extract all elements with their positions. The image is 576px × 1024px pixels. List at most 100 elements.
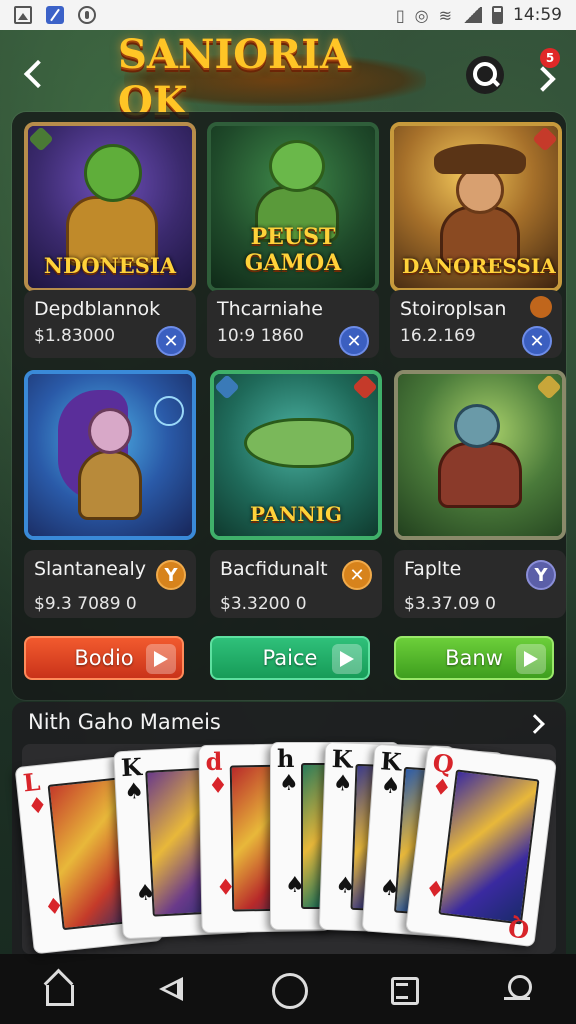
game-info: Faplte $3.37.09 0 Y (394, 550, 566, 618)
hat-icon (434, 144, 526, 174)
game-thumbnail[interactable] (394, 370, 566, 540)
status-dot (530, 296, 552, 318)
thumbnail-banner: NDONESIA (43, 253, 177, 278)
game-value: $3.3200 0 (220, 594, 307, 614)
card-suit-icon: ♦ (26, 793, 49, 821)
card-rank: Q (506, 913, 531, 945)
chevron-right-icon[interactable] (528, 712, 548, 736)
play-button-label: Paice (262, 646, 318, 670)
recents-icon[interactable] (381, 967, 425, 1011)
card-suit-icon: ♠ (123, 778, 145, 805)
card-face-art (438, 769, 540, 925)
vibrate-icon: ▯ (395, 5, 405, 25)
close-button[interactable]: ✕ (156, 326, 186, 356)
playing-card[interactable]: Q ♦ ♦ Q (405, 744, 557, 948)
thumbnail-banner: DANORESSIA (402, 254, 556, 278)
card-rank: L (21, 766, 42, 798)
signal-icon (462, 7, 482, 23)
play-button-label: Banw (445, 646, 503, 670)
game-thumbnail[interactable]: NDONESIA (24, 122, 196, 292)
character-head (84, 144, 142, 202)
sync-icon (78, 6, 96, 24)
close-icon: ✕ (346, 330, 362, 352)
play-button-label: Bodio (74, 646, 134, 670)
game-value: 10:9 1860 (217, 326, 304, 346)
game-value: $9.3 7089 0 (34, 594, 137, 614)
favorite-button[interactable]: Y (526, 560, 556, 590)
search-button[interactable] (466, 56, 504, 94)
card-rank: d (205, 746, 223, 777)
battery-icon (492, 6, 503, 24)
character-figure (78, 450, 142, 520)
home-icon[interactable] (36, 967, 80, 1011)
card-suit-icon: ♦ (430, 774, 453, 802)
game-title: Slantanealy (34, 558, 147, 580)
game-thumbnail[interactable]: DANORESSIA (390, 122, 562, 292)
logo-text: SANIORIA OK (118, 31, 352, 125)
status-right: ▯ ◎ ≋ 14:59 (396, 5, 562, 25)
close-icon: ✕ (163, 330, 179, 352)
game-thumbnail[interactable]: PEUST GAMOA (207, 122, 379, 292)
character-figure (438, 442, 522, 508)
close-icon: ✕ (529, 330, 545, 352)
game-thumbnail[interactable] (24, 370, 196, 540)
card-suit-icon: ♦ (207, 773, 229, 799)
game-value: 16.2.169 (400, 326, 476, 346)
image-icon (14, 6, 32, 24)
check-icon: Y (164, 564, 178, 586)
play-button[interactable]: Bodio (24, 636, 184, 680)
game-title: Bacfidunalt (220, 558, 328, 580)
play-icon (146, 644, 176, 674)
card-rank: K (120, 752, 143, 783)
favorite-button[interactable]: Y (156, 560, 186, 590)
header: SANIORIA OK 5 (0, 31, 576, 125)
status-time: 14:59 (513, 5, 562, 25)
close-icon: ✕ (349, 564, 365, 586)
character-head (88, 408, 132, 454)
thumbnail-banner: PEUST GAMOA (244, 224, 342, 276)
game-info: Stoiroplsan 16.2.169 ✕ (390, 290, 562, 358)
close-button[interactable]: ✕ (339, 326, 369, 356)
game-title: Thcarniahe (217, 298, 323, 320)
profile-icon[interactable] (496, 967, 540, 1011)
game-info: Depdblannok $1.83000 ✕ (24, 290, 196, 358)
app-icon (46, 6, 64, 24)
card-suit-icon: ♠ (279, 771, 299, 796)
status-left (14, 6, 96, 24)
close-button[interactable]: ✕ (342, 560, 372, 590)
hotspot-icon: ◎ (414, 5, 429, 25)
home-circle-icon[interactable] (266, 967, 310, 1011)
card-suit-icon: ♦ (215, 875, 236, 901)
character-head (269, 140, 325, 192)
play-icon (516, 644, 546, 674)
card-suit-icon: ♠ (332, 771, 354, 797)
game-thumbnail[interactable]: PANNIG (210, 370, 382, 540)
character-head (454, 404, 500, 448)
fish-figure (244, 418, 354, 468)
wifi-icon: ≋ (438, 5, 452, 25)
check-icon: Y (534, 564, 548, 586)
game-title: Depdblannok (34, 298, 161, 320)
card-rank: Q (431, 747, 456, 779)
card-rank: K (331, 744, 354, 774)
game-info: Thcarniahe 10:9 1860 ✕ (207, 290, 379, 358)
card-suit-icon: ♦ (423, 876, 447, 904)
card-suit-icon: ♠ (379, 773, 402, 800)
back-button[interactable] (18, 54, 52, 94)
game-info: Slantanealy $9.3 7089 0 Y (24, 550, 196, 618)
card-suit-icon: ♦ (43, 893, 66, 921)
bubble-icon (154, 396, 184, 426)
play-icon (332, 644, 362, 674)
card-rank: K (379, 746, 403, 777)
play-button[interactable]: Paice (210, 636, 370, 680)
play-button[interactable]: Banw (394, 636, 554, 680)
card-suit-icon: ♠ (285, 873, 305, 898)
section-title: Nith Gaho Mameis (28, 710, 221, 734)
game-title: Stoiroplsan (400, 298, 507, 320)
back-nav-icon[interactable] (151, 967, 195, 1011)
notification-badge: 5 (540, 48, 560, 68)
game-info: Bacfidunalt $3.3200 0 ✕ (210, 550, 382, 618)
card-rank: h (277, 744, 295, 773)
card-suit-icon: ♠ (334, 873, 356, 899)
close-button[interactable]: ✕ (522, 326, 552, 356)
